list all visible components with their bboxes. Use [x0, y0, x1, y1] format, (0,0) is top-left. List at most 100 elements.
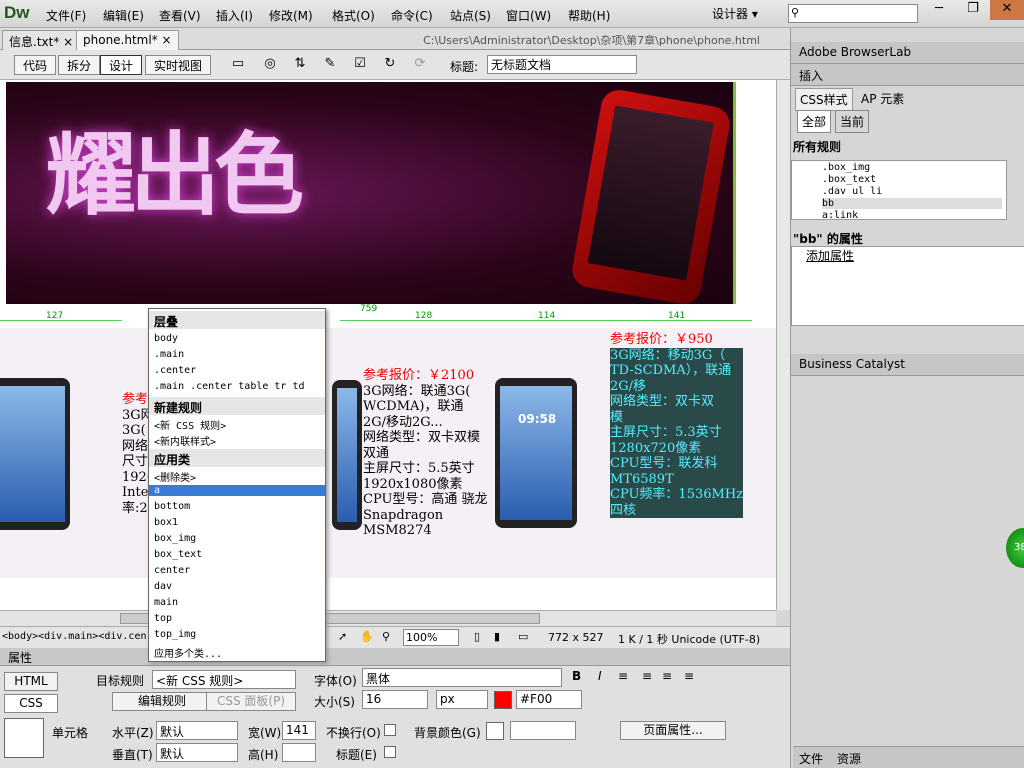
css-panel-button[interactable]: CSS 面板(P) — [206, 692, 296, 711]
size-select[interactable]: 16 — [362, 690, 428, 709]
rules-list[interactable]: .box_img .box_text .dav ul li bb a:link — [791, 160, 1007, 221]
properties-list[interactable]: 添加属性 — [791, 246, 1024, 326]
align-right-icon[interactable]: ≡ — [662, 669, 672, 683]
dropdown-item[interactable]: body — [154, 333, 324, 344]
dropdown-item[interactable]: <删除类> — [154, 469, 324, 484]
dropdown-item[interactable]: .main — [154, 349, 324, 360]
rule-item[interactable]: .box_img — [822, 162, 870, 173]
tab-files[interactable]: 文件 — [799, 750, 823, 767]
menu-window[interactable]: 窗口(W) — [506, 7, 551, 24]
tab-info-txt[interactable]: 信息.txt* × — [2, 30, 81, 50]
hand-tool-icon[interactable]: ✋ — [360, 630, 374, 643]
layout-switcher[interactable]: 设计器 ▾ — [712, 5, 758, 22]
dropdown-item[interactable]: box1 — [154, 517, 324, 528]
rule-item[interactable]: .dav ul li — [822, 186, 882, 197]
width-input[interactable]: 141 — [282, 721, 316, 740]
search-input[interactable]: ⚲ — [788, 4, 918, 23]
tab-assets[interactable]: 资源 — [837, 750, 861, 767]
dropdown-item[interactable]: box_text — [154, 549, 324, 560]
menu-format[interactable]: 格式(O) — [332, 7, 375, 24]
tab-ap-elements[interactable]: AP 元素 — [857, 88, 908, 109]
menu-modify[interactable]: 修改(M) — [269, 7, 313, 24]
check-page-icon[interactable]: ☑ — [350, 56, 370, 74]
add-property-link[interactable]: 添加属性 — [806, 247, 854, 264]
height-input[interactable] — [282, 743, 316, 762]
menu-view[interactable]: 查看(V) — [159, 7, 201, 24]
mobile-size-icon[interactable]: ▯ — [474, 630, 480, 643]
menu-insert[interactable]: 插入(I) — [216, 7, 253, 24]
live-view-button[interactable]: 实时视图 — [145, 55, 212, 75]
dropdown-item[interactable]: <新 CSS 规则> — [154, 417, 324, 432]
vertical-scrollbar[interactable] — [776, 80, 790, 610]
zoom-select[interactable]: 100% — [403, 629, 459, 646]
file-management-icon[interactable]: ⇅ — [290, 56, 310, 74]
dropdown-item[interactable]: top — [154, 613, 324, 624]
all-button[interactable]: 全部 — [797, 110, 832, 133]
target-rule-dropdown[interactable]: 层叠 body .main .center .main .center tabl… — [148, 308, 326, 662]
business-catalyst-panel[interactable]: Business Catalyst — [791, 354, 1024, 376]
design-view-button[interactable]: 设计 — [100, 55, 143, 75]
target-rule-select[interactable]: <新 CSS 规则> — [152, 670, 296, 689]
italic-icon[interactable]: I — [598, 669, 602, 683]
align-center-icon[interactable]: ≡ — [642, 669, 652, 683]
rule-item[interactable]: .box_text — [822, 174, 876, 185]
edit-rule-button[interactable]: 编辑规则 — [112, 692, 212, 711]
close-button[interactable]: ✕ — [990, 0, 1024, 20]
menu-edit[interactable]: 编辑(E) — [103, 7, 144, 24]
tag-selector[interactable]: <body><div.main><div.cen — [2, 631, 147, 642]
horizontal-scrollbar[interactable] — [0, 610, 776, 626]
dropdown-item[interactable]: <新内联样式> — [154, 433, 324, 448]
window-size[interactable]: 772 x 527 — [548, 631, 604, 644]
page-properties-button[interactable]: 页面属性... — [620, 721, 726, 740]
current-button[interactable]: 当前 — [835, 110, 870, 133]
tab-phone-html[interactable]: phone.html* × — [76, 30, 179, 50]
browser-preview-icon[interactable]: ◎ — [260, 56, 280, 74]
color-input[interactable]: #F00 — [516, 690, 582, 709]
header-checkbox[interactable] — [384, 746, 396, 758]
visual-aids-icon[interactable]: ✎ — [320, 56, 340, 74]
minimize-button[interactable]: ─ — [922, 0, 956, 20]
maximize-button[interactable]: ❐ — [956, 0, 990, 20]
bgcolor-swatch[interactable] — [486, 722, 504, 740]
multiscreen-icon[interactable]: ▭ — [228, 56, 248, 74]
bgcolor-input[interactable] — [510, 721, 576, 740]
properties-tab[interactable]: 属性 — [8, 649, 32, 666]
html-mode-button[interactable]: HTML — [4, 672, 58, 691]
close-icon[interactable]: × — [162, 33, 172, 47]
align-left-icon[interactable]: ≡ — [618, 669, 628, 683]
dropdown-item[interactable]: .main .center table tr td — [154, 381, 324, 392]
dropdown-item[interactable]: center — [154, 565, 324, 576]
split-view-button[interactable]: 拆分 — [58, 55, 101, 75]
zoom-tool-icon[interactable]: ⚲ — [382, 630, 390, 643]
code-view-button[interactable]: 代码 — [14, 55, 57, 75]
tablet-size-icon[interactable]: ▮ — [494, 630, 500, 643]
nowrap-checkbox[interactable] — [384, 724, 396, 736]
browserlab-panel[interactable]: Adobe BrowserLab — [791, 42, 1024, 64]
menu-file[interactable]: 文件(F) — [46, 7, 86, 24]
font-select[interactable]: 黑体 — [362, 668, 562, 687]
close-icon[interactable]: × — [63, 35, 73, 49]
color-swatch[interactable] — [494, 691, 512, 709]
menu-commands[interactable]: 命令(C) — [391, 7, 433, 24]
dropdown-item[interactable]: main — [154, 597, 324, 608]
insert-panel[interactable]: 插入 — [791, 64, 1024, 86]
align-justify-icon[interactable]: ≡ — [684, 669, 694, 683]
css-mode-button[interactable]: CSS — [4, 694, 58, 713]
reload-icon[interactable]: ⟳ — [410, 56, 430, 74]
menu-site[interactable]: 站点(S) — [450, 7, 491, 24]
desktop-size-icon[interactable]: ▭ — [518, 630, 528, 643]
unit-select[interactable]: px — [436, 690, 488, 709]
dropdown-item[interactable]: .center — [154, 365, 324, 376]
tab-css-styles[interactable]: CSS样式 — [795, 88, 853, 111]
vert-select[interactable]: 默认 — [156, 743, 238, 762]
title-input[interactable] — [487, 55, 637, 74]
dropdown-item[interactable]: dav — [154, 581, 324, 592]
dropdown-item-selected[interactable]: a — [149, 485, 325, 496]
dropdown-item[interactable]: top_img — [154, 629, 324, 640]
rule-item[interactable]: a:link — [822, 210, 858, 221]
rule-item-selected[interactable]: bb — [822, 198, 1002, 209]
design-canvas[interactable]: 耀出色 127 128 114 141 759 参考 3G网 3G( 网络 尺寸… — [0, 80, 776, 610]
refresh-icon[interactable]: ↻ — [380, 56, 400, 74]
bold-icon[interactable]: B — [572, 669, 581, 683]
dropdown-item[interactable]: box_img — [154, 533, 324, 544]
